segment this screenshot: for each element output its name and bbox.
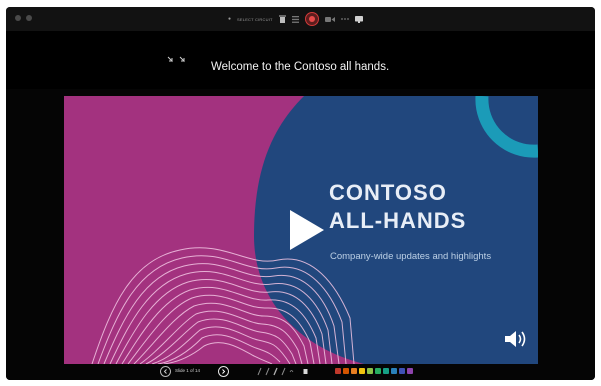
laser-pointer-icon[interactable] xyxy=(257,367,262,376)
window-close-control[interactable] xyxy=(15,15,21,21)
ink-color-swatch[interactable] xyxy=(391,368,397,374)
window-minimize-control[interactable] xyxy=(26,15,32,21)
screen-icon[interactable] xyxy=(354,15,363,23)
slide-title: CONTOSO ALL-HANDS xyxy=(329,180,467,233)
record-mode-label[interactable]: SELECT CIRCUIT xyxy=(237,17,273,22)
previous-slide-button[interactable] xyxy=(160,366,171,377)
caption-text: Welcome to the Contoso all hands. xyxy=(211,61,390,73)
ink-color-swatch[interactable] xyxy=(375,368,381,374)
ink-color-palette xyxy=(335,368,413,374)
live-caption-area: Welcome to the Contoso all hands. xyxy=(6,31,595,89)
presenter-bottom-bar: Slide 1 of 14 xyxy=(6,364,595,380)
play-icon[interactable] xyxy=(286,208,326,257)
ink-color-swatch[interactable] xyxy=(383,368,389,374)
list-icon[interactable] xyxy=(291,15,299,23)
ink-color-swatch[interactable] xyxy=(367,368,373,374)
ink-tools xyxy=(257,367,308,376)
slide-subtitle: Company-wide updates and highlights xyxy=(330,251,492,262)
more-icon[interactable] xyxy=(340,17,349,21)
speaker-icon[interactable] xyxy=(504,329,528,354)
eraser-icon[interactable] xyxy=(281,367,286,376)
record-button[interactable] xyxy=(304,12,319,26)
dot-icon: ● xyxy=(228,16,232,22)
presenter-window: ● SELECT CIRCUIT Welcome to the Contoso … xyxy=(6,7,595,380)
ink-color-swatch[interactable] xyxy=(399,368,405,374)
camera-icon[interactable] xyxy=(324,16,335,23)
recording-controls: ● SELECT CIRCUIT xyxy=(228,11,363,27)
highlighter-icon[interactable] xyxy=(273,367,278,376)
top-toolbar: ● SELECT CIRCUIT xyxy=(6,7,595,31)
record-icon xyxy=(308,16,315,22)
ink-color-swatch[interactable] xyxy=(407,368,413,374)
pen-icon[interactable] xyxy=(265,367,270,376)
next-slide-button[interactable] xyxy=(218,366,229,377)
ink-color-swatch[interactable] xyxy=(359,368,365,374)
chevron-right-icon xyxy=(222,369,226,374)
collapse-icon[interactable] xyxy=(167,51,187,69)
ink-color-swatch[interactable] xyxy=(335,368,341,374)
presentation-slide[interactable]: CONTOSO ALL-HANDS Company-wide updates a… xyxy=(64,96,538,364)
chevron-left-icon xyxy=(163,369,167,374)
clear-ink-icon[interactable] xyxy=(303,367,308,376)
undo-icon[interactable] xyxy=(289,367,294,376)
ink-color-swatch[interactable] xyxy=(343,368,349,374)
trash-icon[interactable] xyxy=(278,15,286,23)
slide-counter: Slide 1 of 14 xyxy=(175,368,201,373)
ink-color-swatch[interactable] xyxy=(351,368,357,374)
